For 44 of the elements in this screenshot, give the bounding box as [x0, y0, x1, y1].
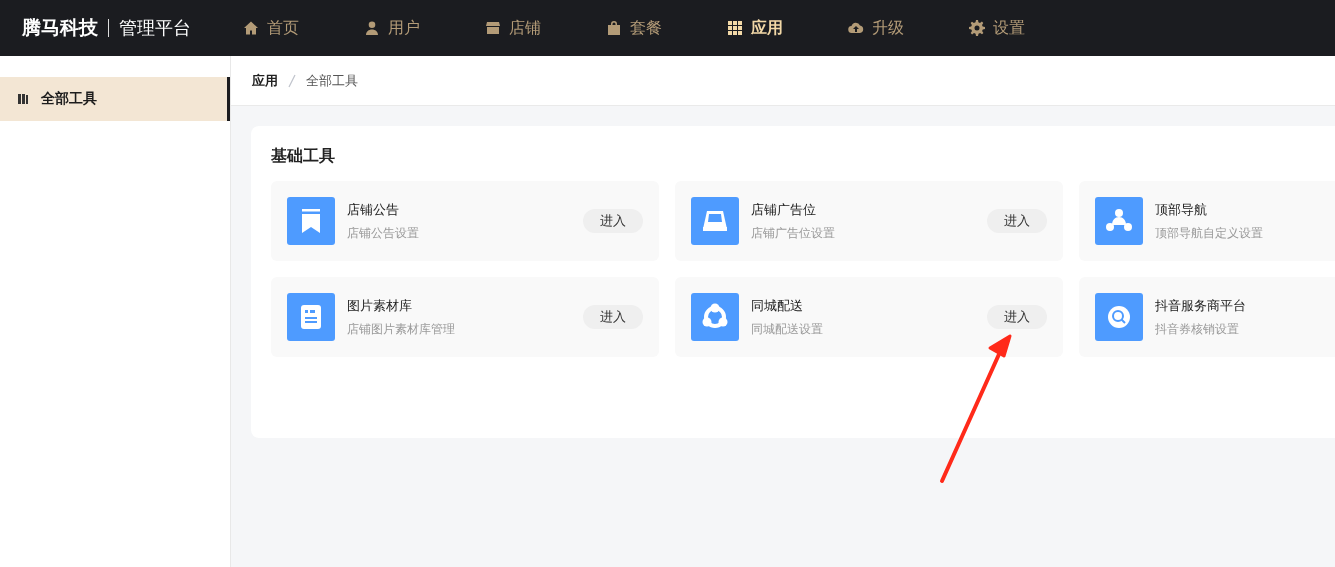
tray-icon [691, 197, 739, 245]
tool-description: 店铺广告位设置 [751, 224, 836, 242]
cloud-upload-icon [848, 20, 864, 36]
nav-tab[interactable]: 升级 [848, 17, 969, 39]
tool-title: 顶部导航 [1155, 200, 1208, 219]
user-icon [364, 20, 380, 36]
tool-title: 店铺广告位 [751, 200, 817, 219]
tool-description: 抖音券核销设置 [1155, 320, 1240, 338]
tool-title: 同城配送 [751, 296, 804, 315]
breadcrumb-link[interactable]: 应用 [252, 71, 278, 90]
tool-title: 抖音服务商平台 [1155, 296, 1247, 315]
book-icon [17, 93, 29, 105]
nav-tab[interactable]: 设置 [969, 17, 1090, 39]
bookmark-icon [287, 197, 335, 245]
sidebar-item[interactable]: 全部工具 [0, 77, 230, 121]
enter-button[interactable]: 进入 [987, 209, 1047, 233]
grid-icon [727, 20, 743, 36]
document-icon [287, 293, 335, 341]
shop-icon [485, 20, 501, 36]
enter-button[interactable]: 进入 [583, 305, 643, 329]
tool-description: 店铺公告设置 [347, 224, 420, 242]
nav-tab[interactable]: 套餐 [606, 17, 727, 39]
magnifier-icon [1095, 293, 1143, 341]
tool-description: 店铺图片素材库管理 [347, 320, 456, 338]
breadcrumb-separator [288, 73, 296, 88]
breadcrumb-link[interactable]: 全部工具 [306, 71, 358, 90]
section-title: 基础工具 [271, 146, 336, 167]
nav-tab[interactable]: 首页 [243, 17, 364, 39]
people-icon [1095, 197, 1143, 245]
enter-button[interactable]: 进入 [583, 209, 643, 233]
share-icon [691, 293, 739, 341]
enter-button[interactable]: 进入 [987, 305, 1047, 329]
tool-description: 顶部导航自定义设置 [1155, 224, 1264, 242]
brand-name: 腾马科技 [22, 15, 98, 40]
home-icon [243, 20, 259, 36]
tool-description: 同城配送设置 [751, 320, 824, 338]
bag-icon [606, 20, 622, 36]
tool-title: 店铺公告 [347, 200, 400, 219]
tool-title: 图片素材库 [347, 296, 413, 315]
nav-tab[interactable]: 应用 [727, 17, 848, 39]
brand-subtitle: 管理平台 [119, 16, 191, 40]
nav-tab[interactable]: 店铺 [485, 17, 606, 39]
settings-icon [969, 20, 985, 36]
nav-tab[interactable]: 用户 [364, 17, 485, 39]
